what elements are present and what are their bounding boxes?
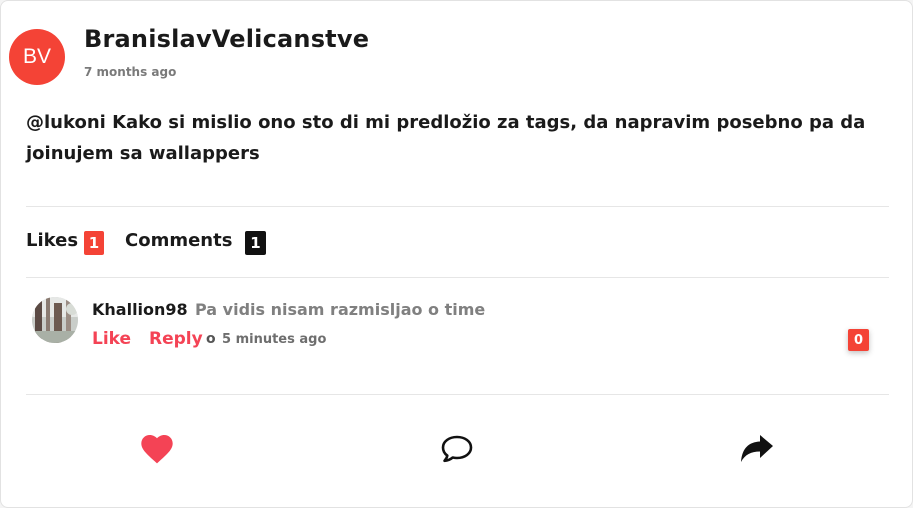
comments-count-badge: 1 — [245, 231, 266, 255]
comment-text: Pa vidis nisam razmisljao o time — [195, 300, 486, 319]
separator-dot: o — [206, 331, 216, 347]
share-action-button[interactable] — [737, 429, 777, 469]
commenter-name[interactable]: Khallion98 — [92, 300, 188, 319]
divider — [26, 394, 889, 395]
avatar-initials: BV — [22, 45, 51, 68]
like-action-button[interactable] — [137, 429, 177, 469]
divider — [26, 206, 889, 207]
comments-label[interactable]: Comments — [125, 230, 232, 251]
post-body-text: @lukoni Kako si mislio ono sto di mi pre… — [26, 112, 866, 164]
comment-bubble-icon — [441, 435, 473, 463]
comment-like-button[interactable]: Like — [92, 329, 131, 349]
post-timestamp: 7 months ago — [84, 65, 177, 79]
commenter-avatar[interactable] — [32, 297, 78, 343]
comment-reply-button[interactable]: Reply — [149, 329, 203, 349]
comment-timestamp: 5 minutes ago — [222, 332, 327, 347]
comment-action-button[interactable] — [437, 429, 477, 469]
post-card: BV BranislavVelicanstve 7 months ago @lu… — [0, 0, 913, 508]
divider — [26, 277, 889, 278]
post-author-name[interactable]: BranislavVelicanstve — [84, 25, 369, 53]
heart-icon — [141, 434, 173, 464]
commenter-avatar-image — [32, 297, 78, 343]
likes-count-badge: 1 — [84, 231, 104, 255]
comment-like-count: 0 — [848, 329, 869, 351]
share-arrow-icon — [741, 435, 773, 462]
author-avatar[interactable]: BV — [9, 29, 65, 85]
likes-label[interactable]: Likes — [26, 230, 78, 251]
